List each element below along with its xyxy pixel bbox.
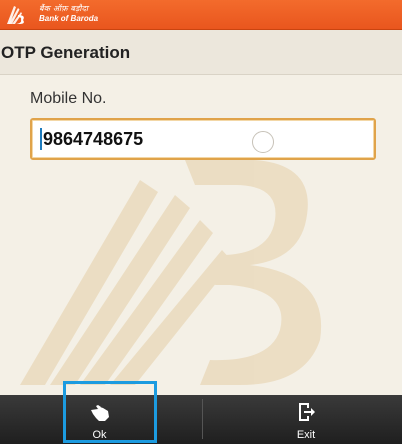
exit-button[interactable]: Exit [266,395,346,444]
app-header: बैंक ऑफ़ बड़ौदा Bank of Baroda [0,0,402,30]
exit-icon [299,403,315,421]
bottom-action-bar: Ok Exit [0,395,402,444]
page-title: OTP Generation [1,43,131,62]
bank-watermark-logo [20,160,322,385]
ok-button-highlight [63,381,157,443]
brand-name-hindi: बैंक ऑफ़ बड़ौदा [39,4,89,13]
text-cursor [40,128,42,150]
loading-spinner-icon [252,131,274,153]
exit-label: Exit [296,429,316,441]
mobile-number-input[interactable] [30,118,376,160]
title-bar: OTP Generation [0,30,402,75]
mobile-number-label: Mobile No. [30,90,107,107]
bottom-bar-divider [202,399,203,439]
brand-name: Bank of Baroda [39,14,99,23]
bank-logo-icon [7,6,24,24]
